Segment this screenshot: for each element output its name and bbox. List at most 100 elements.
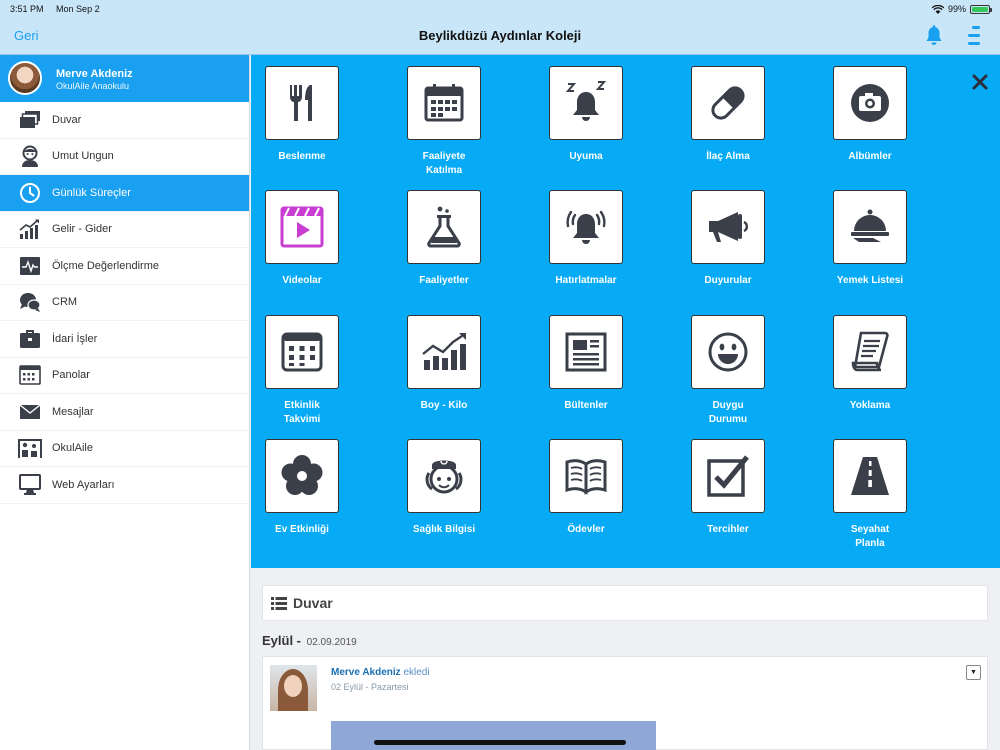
tile-hatirlatmalar[interactable]: Hatırlatmalar	[549, 190, 623, 288]
tile-faaliyetler[interactable]: Faaliyetler	[407, 190, 481, 288]
tile-uyuma[interactable]: Uyuma	[549, 66, 623, 164]
growth-chart-icon	[422, 333, 466, 370]
tile-albumler[interactable]: Albümler	[833, 66, 907, 164]
notification-bell-icon[interactable]	[922, 24, 946, 48]
post-avatar[interactable]	[270, 665, 317, 711]
tile-yoklama[interactable]: Yoklama	[833, 315, 907, 413]
sidebar-item-umut-ungun[interactable]: Umut Ungun	[0, 139, 249, 175]
wall-icon	[18, 108, 42, 132]
tile-label: Beslenme	[278, 151, 326, 162]
tile-odevler[interactable]: Ödevler	[549, 439, 623, 537]
alarm-bell-icon	[566, 210, 606, 244]
tile-label: Etkinlik	[284, 400, 320, 411]
status-bar: 3:51 PM Mon Sep 2 99%	[10, 4, 992, 16]
tile-label: Bültenler	[564, 400, 608, 411]
sidebar-item-crm[interactable]: CRM	[0, 285, 249, 321]
calendar-icon	[424, 84, 464, 122]
sleep-bell-icon	[565, 81, 607, 121]
status-time: 3:51 PM	[10, 4, 44, 14]
chevron-down-icon[interactable]: ▼	[966, 665, 981, 680]
event-calendar-icon	[281, 332, 323, 372]
wall-header: Duvar	[262, 585, 988, 621]
profile-name: Merve Akdeniz	[56, 68, 133, 80]
sidebar-item-panolar[interactable]: Panolar	[0, 358, 249, 394]
sidebar-item-duvar[interactable]: Duvar	[0, 102, 249, 139]
tile-label: Faaliyete	[422, 151, 466, 162]
sidebar-item-label: Panolar	[52, 369, 90, 382]
chat-icon	[18, 290, 42, 314]
tile-label: Hatırlatmalar	[555, 275, 617, 286]
checkbox-icon	[707, 455, 749, 497]
list-icon	[271, 596, 287, 610]
sidebar-item-okulaile[interactable]: OkulAile	[0, 431, 249, 467]
tile-label-2: Katılma	[425, 165, 463, 176]
tile-label: Ev Etkinliği	[275, 524, 329, 535]
tile-label: Uyuma	[569, 151, 603, 162]
sidebar-item-web-ayarlari[interactable]: Web Ayarları	[0, 467, 249, 504]
sidebar-item-label: OkulAile	[52, 442, 93, 455]
tile-videolar[interactable]: Videolar	[265, 190, 339, 288]
sidebar-item-olcme-degerlendirme[interactable]: Ölçme Değerlendirme	[0, 248, 249, 285]
tile-label: Faaliyetler	[419, 275, 469, 286]
tile-label: Seyahat	[850, 524, 890, 535]
tile-bultenler[interactable]: Bültenler	[549, 315, 623, 413]
tile-duyurular[interactable]: Duyurular	[691, 190, 765, 288]
road-icon	[851, 457, 889, 495]
mail-icon	[18, 400, 42, 424]
sidebar-item-gunluk-surecler[interactable]: Günlük Süreçler	[0, 175, 249, 212]
sidebar-item-label: İdari İşler	[52, 332, 98, 345]
tile-boy-kilo[interactable]: Boy - Kilo	[407, 315, 481, 413]
sidebar-item-label: Ölçme Değerlendirme	[52, 259, 159, 272]
post-date: 02 Eylül - Pazartesi	[331, 682, 409, 692]
sidebar-item-idari-isler[interactable]: İdari İşler	[0, 321, 249, 358]
tile-label-2: Planla	[855, 538, 885, 549]
sidebar-item-label: Günlük Süreçler	[52, 186, 131, 199]
month-heading: Eylül - 02.09.2019	[262, 633, 357, 648]
tile-saglik-bilgisi[interactable]: Sağlık Bilgisi	[407, 439, 481, 537]
newspaper-icon	[565, 332, 607, 372]
sidebar-item-label: Umut Ungun	[52, 150, 114, 163]
sidebar-item-gelir-gider[interactable]: Gelir - Gider	[0, 212, 249, 248]
flask-icon	[427, 206, 461, 248]
wall-title: Duvar	[293, 595, 333, 611]
tile-label: İlaç Alma	[706, 151, 750, 162]
tile-beslenme[interactable]: Beslenme	[265, 66, 339, 164]
tile-seyahat-planla[interactable]: Seyahat Planla	[833, 439, 907, 551]
sidebar-item-label: Mesajlar	[52, 405, 94, 418]
tile-ilac-alma[interactable]: İlaç Alma	[691, 66, 765, 164]
book-icon	[565, 459, 607, 495]
family-icon	[18, 436, 42, 460]
tile-label: Ödevler	[567, 524, 605, 535]
smiley-icon	[708, 332, 748, 372]
cutlery-icon	[290, 85, 312, 121]
tile-etkinlik-takvimi[interactable]: Etkinlik Takvimi	[265, 315, 339, 427]
pulse-icon	[18, 254, 42, 278]
tile-duygu-durumu[interactable]: Duygu Durumu	[691, 315, 765, 427]
post-author[interactable]: Merve Akdeniz	[331, 667, 401, 678]
post-preview-image[interactable]	[331, 721, 656, 750]
sidebar-item-label: CRM	[52, 296, 78, 309]
home-indicator[interactable]	[374, 740, 626, 745]
profile-header[interactable]: Merve Akdeniz OkulAile Anaokulu	[0, 55, 249, 102]
tile-tercihler[interactable]: Tercihler	[691, 439, 765, 537]
child-icon	[18, 144, 42, 168]
status-date: Mon Sep 2	[56, 4, 100, 14]
sidebar-item-mesajlar[interactable]: Mesajlar	[0, 394, 249, 431]
battery-icon	[970, 4, 992, 14]
menu-icon[interactable]	[964, 26, 980, 46]
close-icon[interactable]	[970, 72, 990, 92]
tile-label: Albümler	[848, 151, 892, 162]
tile-faaliyete-katilma[interactable]: Faaliyete Katılma	[407, 66, 481, 178]
chart-icon	[18, 217, 42, 241]
video-icon	[280, 206, 324, 248]
sidebar-item-label: Duvar	[52, 113, 82, 126]
tile-ev-etkinligi[interactable]: Ev Etkinliği	[265, 439, 339, 537]
tile-yemek-listesi[interactable]: Yemek Listesi	[833, 190, 907, 288]
tile-label: Sağlık Bilgisi	[412, 524, 476, 535]
post-action: ekledi	[403, 667, 430, 678]
cloche-icon	[851, 209, 889, 242]
sidebar-item-label: Web Ayarları	[52, 478, 115, 491]
tile-label: Boy - Kilo	[420, 400, 468, 411]
tile-label: Yemek Listesi	[836, 275, 904, 286]
monitor-icon	[18, 473, 42, 497]
